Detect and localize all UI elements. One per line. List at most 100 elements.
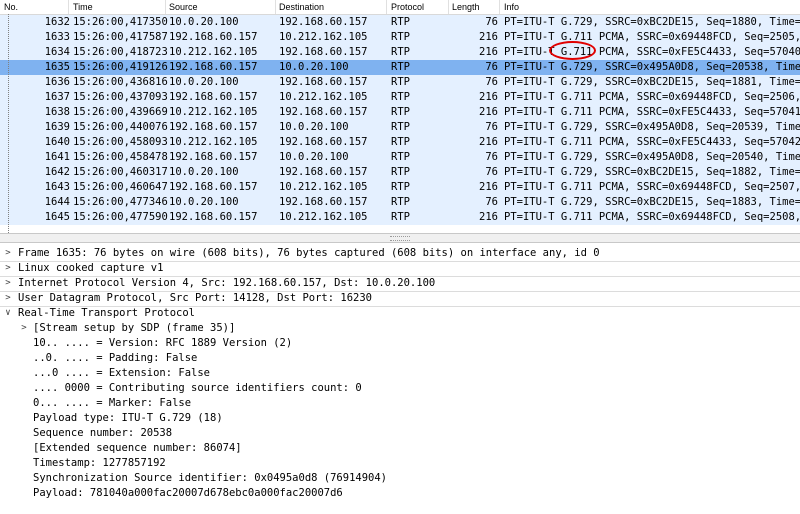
packet-number: 1635 xyxy=(44,61,70,73)
col-header-time[interactable]: Time xyxy=(73,2,93,12)
packet-row[interactable]: 1644 15:26:00,477346 10.0.20.100 192.168.60… xyxy=(0,195,800,211)
packet-row[interactable]: 1641 15:26:00,458478 192.168.60.157 10.0.20… xyxy=(0,150,800,166)
packet-info: PT=ITU-T G.729, SSRC=0xBC2DE15, Seq=1881… xyxy=(504,76,800,88)
detail-text: Internet Protocol Version 4, Src: 192.16… xyxy=(18,277,436,289)
column-divider[interactable] xyxy=(499,0,500,14)
detail-field-line[interactable]: Payload type: ITU-T G.729 (18) xyxy=(0,411,800,426)
detail-text: Frame 1635: 76 bytes on wire (608 bits),… xyxy=(18,247,600,259)
packet-time: 15:26:00,417350 xyxy=(73,16,168,28)
conversation-line xyxy=(8,14,9,239)
packet-time: 15:26:00,436816 xyxy=(73,76,168,88)
packet-source: 192.168.60.157 xyxy=(169,151,258,163)
packet-destination: 10.0.20.100 xyxy=(279,151,349,163)
col-header-length[interactable]: Length xyxy=(452,2,480,12)
detail-field-line[interactable]: > [Stream setup by SDP (frame 35)] xyxy=(0,321,800,336)
packet-row[interactable]: 1637 15:26:00,437093 192.168.60.157 10.212.… xyxy=(0,90,800,106)
column-divider[interactable] xyxy=(275,0,276,14)
detail-field-line[interactable]: .... 0000 = Contributing source identifi… xyxy=(0,381,800,396)
column-divider[interactable] xyxy=(448,0,449,14)
packet-number: 1638 xyxy=(44,106,70,118)
packet-row[interactable]: 1645 15:26:00,477590 192.168.60.157 10.212.… xyxy=(0,210,800,226)
column-divider[interactable] xyxy=(386,0,387,14)
detail-protocol-line[interactable]: ∨ Real-Time Transport Protocol xyxy=(0,306,800,321)
detail-field-line[interactable]: 10.. .... = Version: RFC 1889 Version (2… xyxy=(0,336,800,351)
packet-destination: 10.0.20.100 xyxy=(279,61,349,73)
packet-info: PT=ITU-T G.729, SSRC=0x495A0D8, Seq=2054… xyxy=(504,151,800,163)
collapsed-arrow-icon[interactable]: > xyxy=(3,246,13,261)
packet-source: 10.0.20.100 xyxy=(169,16,239,28)
packet-time: 15:26:00,477346 xyxy=(73,196,168,208)
packet-info: PT=ITU-T G.711 PCMA, SSRC=0x69448FCD, Se… xyxy=(504,181,800,193)
packet-info: PT=ITU-T G.711 PCMA, SSRC=0xFE5C4433, Se… xyxy=(504,136,800,148)
packet-number: 1636 xyxy=(44,76,70,88)
detail-field-line[interactable]: Sequence number: 20538 xyxy=(0,426,800,441)
collapsed-arrow-icon[interactable]: > xyxy=(3,276,13,291)
packet-length: 76 xyxy=(485,76,498,88)
detail-field-line[interactable]: Payload: 781040a000fac20007d678ebc0a000f… xyxy=(0,486,800,501)
col-header-info[interactable]: Info xyxy=(504,2,519,12)
detail-protocol-line[interactable]: > User Datagram Protocol, Src Port: 14128… xyxy=(0,291,800,306)
detail-protocol-line[interactable]: > Frame 1635: 76 bytes on wire (608 bits)… xyxy=(0,246,800,261)
detail-text: ..0. .... = Padding: False xyxy=(33,352,198,364)
packet-row[interactable]: 1633 15:26:00,417587 192.168.60.157 10.212.… xyxy=(0,30,800,46)
packet-destination: 10.212.162.105 xyxy=(279,31,368,43)
packet-row[interactable]: 1634 15:26:00,418723 10.212.162.105 192.168… xyxy=(0,45,800,61)
packet-length: 216 xyxy=(479,211,498,223)
expanded-arrow-icon[interactable]: ∨ xyxy=(3,306,13,321)
col-header-destination[interactable]: Destination xyxy=(279,2,324,12)
detail-field-line[interactable]: Timestamp: 1277857192 xyxy=(0,456,800,471)
column-divider[interactable] xyxy=(165,0,166,14)
packet-source: 192.168.60.157 xyxy=(169,91,258,103)
packet-length: 76 xyxy=(485,16,498,28)
collapsed-arrow-icon[interactable]: > xyxy=(19,321,29,336)
packet-list-header: No. Time Source Destination Protocol Len… xyxy=(0,0,800,15)
detail-protocol-line[interactable]: > Linux cooked capture v1 xyxy=(0,261,800,276)
packet-info: PT=ITU-T G.711 PCMA, SSRC=0xFE5C4433, Se… xyxy=(504,106,800,118)
detail-text: [Stream setup by SDP (frame 35)] xyxy=(33,322,236,334)
packet-time: 15:26:00,439669 xyxy=(73,106,168,118)
splitter-grip-icon[interactable] xyxy=(390,236,410,241)
packet-source: 10.0.20.100 xyxy=(169,196,239,208)
collapsed-arrow-icon[interactable]: > xyxy=(3,261,13,276)
packet-length: 76 xyxy=(485,151,498,163)
packet-info: PT=ITU-T G.729, SSRC=0x495A0D8, Seq=2053… xyxy=(504,121,800,133)
packet-destination: 192.168.60.157 xyxy=(279,136,368,148)
packet-source: 192.168.60.157 xyxy=(169,211,258,223)
detail-field-line[interactable]: 0... .... = Marker: False xyxy=(0,396,800,411)
packet-row[interactable]: 1643 15:26:00,460647 192.168.60.157 10.212.… xyxy=(0,180,800,196)
detail-field-line[interactable]: ..0. .... = Padding: False xyxy=(0,351,800,366)
col-header-source[interactable]: Source xyxy=(169,2,198,12)
packet-row[interactable]: 1636 15:26:00,436816 10.0.20.100 192.168.60… xyxy=(0,75,800,91)
packet-protocol: RTP xyxy=(391,46,410,58)
packet-row-selected[interactable]: 1635 15:26:00,419126 192.168.60.157 10.0.20… xyxy=(0,60,800,76)
packet-length: 216 xyxy=(479,91,498,103)
detail-text: ...0 .... = Extension: False xyxy=(33,367,211,379)
detail-field-line[interactable]: ...0 .... = Extension: False xyxy=(0,366,800,381)
packet-row[interactable]: 1638 15:26:00,439669 10.212.162.105 192.168… xyxy=(0,105,800,121)
packet-number: 1642 xyxy=(44,166,70,178)
packet-row[interactable]: 1639 15:26:00,440076 192.168.60.157 10.0.20… xyxy=(0,120,800,136)
packet-number: 1632 xyxy=(44,16,70,28)
packet-source: 10.212.162.105 xyxy=(169,136,258,148)
packet-row[interactable]: 1642 15:26:00,460317 10.0.20.100 192.168.60… xyxy=(0,165,800,181)
packet-number: 1645 xyxy=(44,211,70,223)
packet-destination: 192.168.60.157 xyxy=(279,46,368,58)
packet-number: 1640 xyxy=(44,136,70,148)
detail-text: 0... .... = Marker: False xyxy=(33,397,192,409)
packet-time: 15:26:00,437093 xyxy=(73,91,168,103)
detail-field-line[interactable]: [Extended sequence number: 86074] xyxy=(0,441,800,456)
detail-protocol-line[interactable]: > Internet Protocol Version 4, Src: 192.1… xyxy=(0,276,800,291)
col-header-protocol[interactable]: Protocol xyxy=(391,2,424,12)
detail-field-line[interactable]: Synchronization Source identifier: 0x049… xyxy=(0,471,800,486)
packet-length: 216 xyxy=(479,46,498,58)
collapsed-arrow-icon[interactable]: > xyxy=(3,291,13,306)
packet-row[interactable]: 1632 15:26:00,417350 10.0.20.100 192.168.60… xyxy=(0,15,800,31)
packet-info: PT=ITU-T G.711 PCMA, SSRC=0x69448FCD, Se… xyxy=(504,91,800,103)
packet-length: 216 xyxy=(479,106,498,118)
packet-row[interactable]: 1640 15:26:00,458093 10.212.162.105 192.168… xyxy=(0,135,800,151)
packet-length: 76 xyxy=(485,61,498,73)
column-divider[interactable] xyxy=(68,0,69,14)
col-header-no[interactable]: No. xyxy=(4,2,18,12)
packet-destination: 10.212.162.105 xyxy=(279,91,368,103)
packet-info: PT=ITU-T G.711 PCMA, SSRC=0x69448FCD, Se… xyxy=(504,211,800,223)
